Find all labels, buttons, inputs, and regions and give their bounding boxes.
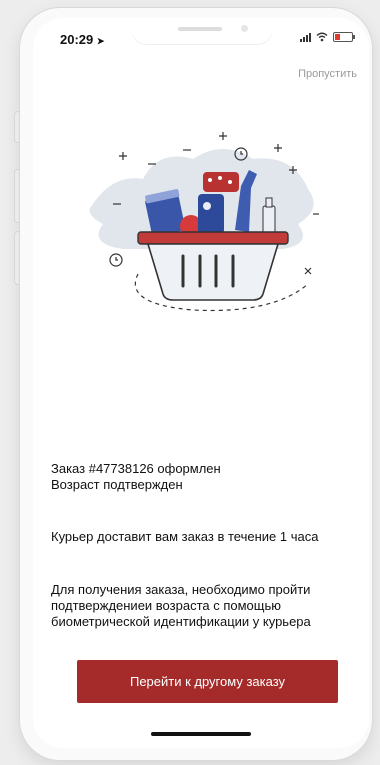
order-title: Заказ #47738126 оформлен <box>51 461 221 476</box>
home-indicator[interactable] <box>151 732 251 736</box>
order-status-block: Заказ #47738126 оформлен Возраст подтвер… <box>51 461 351 493</box>
skip-link[interactable]: Пропустить <box>298 68 357 80</box>
speaker <box>178 27 222 31</box>
battery-icon <box>333 32 355 42</box>
age-status: Возраст подтвержден <box>51 477 183 492</box>
wifi-icon <box>316 32 328 42</box>
delivery-info: Курьер доставит вам заказ в течение 1 ча… <box>51 529 319 544</box>
front-camera <box>241 25 248 32</box>
location-arrow-icon: ➤ <box>96 36 105 46</box>
biometric-note: Для получения заказа, необходимо пройти … <box>51 582 311 629</box>
notch <box>131 18 273 44</box>
status-time: 20:29 ➤ <box>60 32 105 47</box>
app-screen: 20:29 ➤ Пропустить Заказ #47738126 оформ… <box>33 18 369 748</box>
grocery-basket-illustration <box>89 132 319 312</box>
signal-icon <box>300 32 311 42</box>
go-to-other-order-button[interactable]: Перейти к другому заказу <box>77 660 338 703</box>
status-icons <box>300 32 355 42</box>
